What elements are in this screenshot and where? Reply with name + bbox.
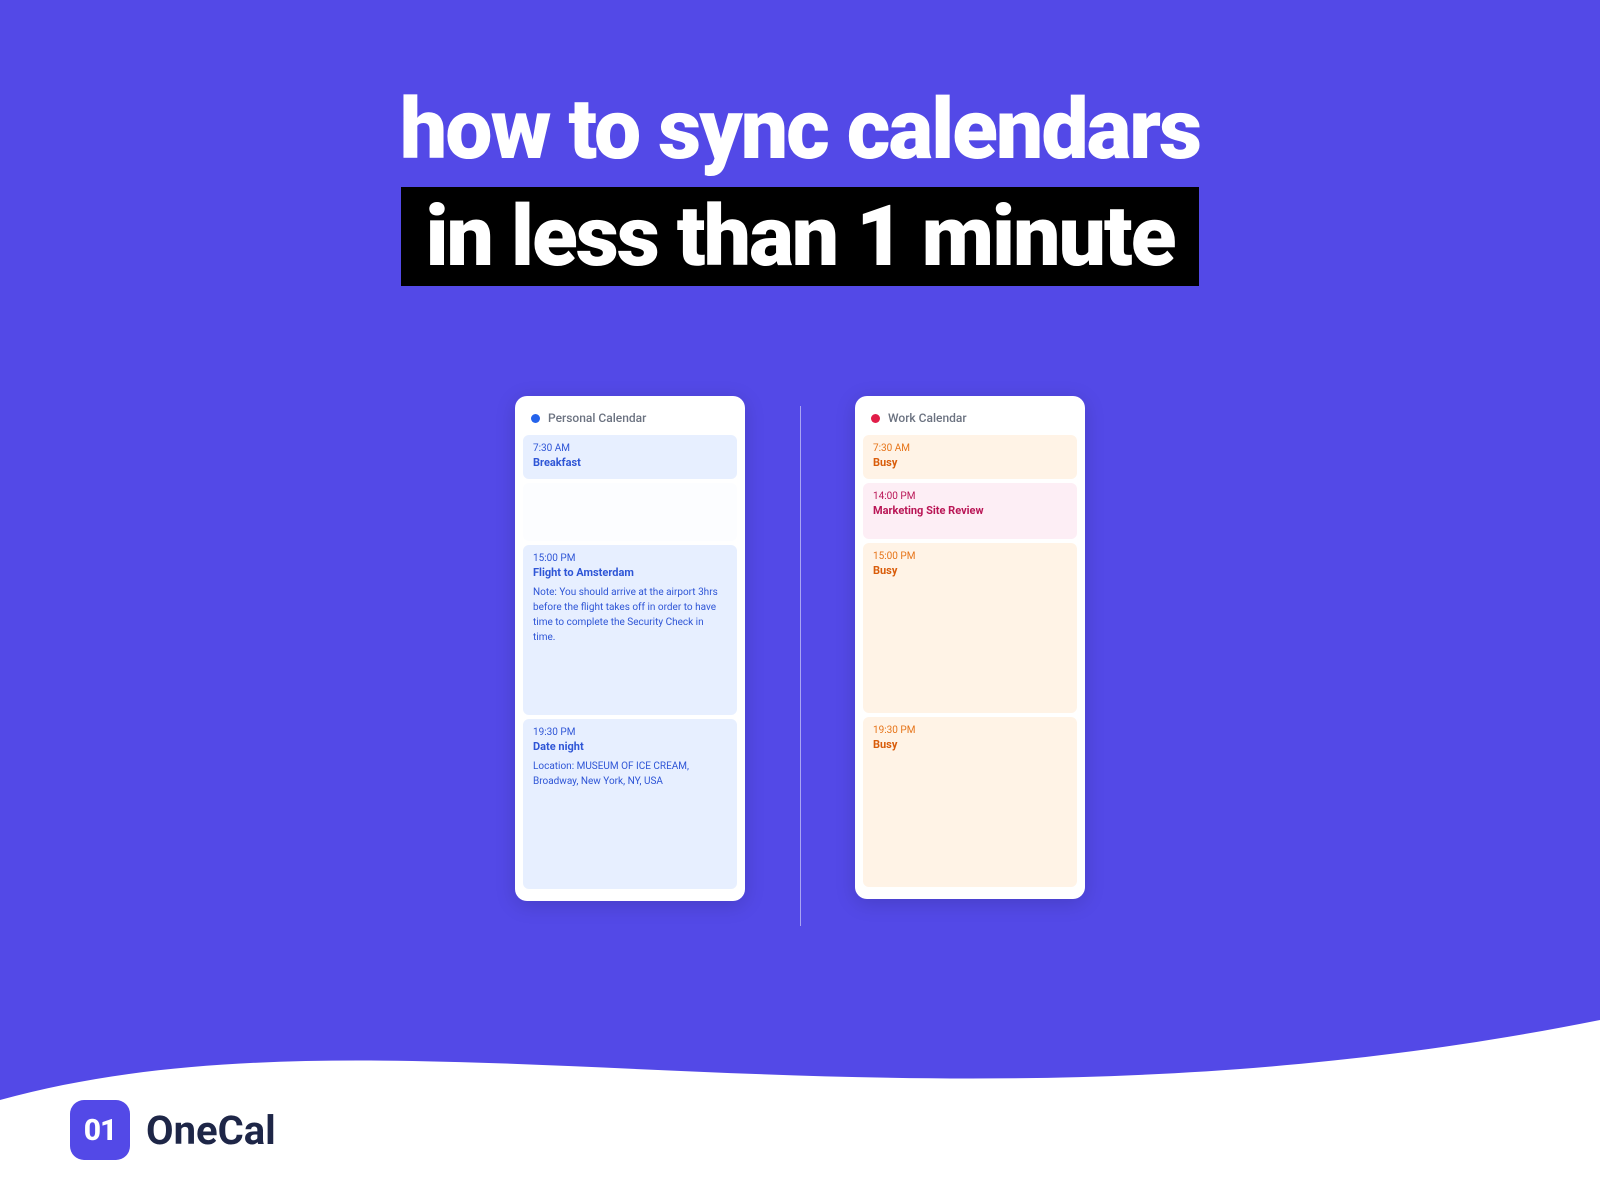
event-title: Marketing Site Review: [873, 504, 1067, 517]
personal-calendar-card: Personal Calendar 7:30 AM Breakfast 15:0…: [515, 396, 745, 901]
calendar-dot-icon: [531, 414, 540, 423]
calendar-title: Work Calendar: [888, 411, 967, 425]
calendar-event: 19:30 PM Busy: [863, 717, 1077, 887]
calendar-event: 7:30 AM Breakfast: [523, 435, 737, 479]
event-time: 7:30 AM: [873, 443, 1067, 454]
calendars-container: Personal Calendar 7:30 AM Breakfast 15:0…: [0, 396, 1600, 901]
event-time: 19:30 PM: [873, 725, 1067, 736]
calendar-event: 14:00 PM Marketing Site Review: [863, 483, 1077, 539]
event-time: 19:30 PM: [533, 727, 727, 738]
headline: how to sync calendars in less than 1 min…: [0, 0, 1600, 326]
event-time: 7:30 AM: [533, 443, 727, 454]
event-title: Flight to Amsterdam: [533, 566, 727, 579]
calendar-header: Personal Calendar: [523, 406, 737, 435]
calendar-event: 7:30 AM Busy: [863, 435, 1077, 479]
calendar-dot-icon: [871, 414, 880, 423]
calendar-event: 15:00 PM Busy: [863, 543, 1077, 713]
event-title: Busy: [873, 564, 1067, 577]
event-title: Busy: [873, 738, 1067, 751]
brand: 01 OneCal: [70, 1100, 276, 1160]
calendar-event: 15:00 PM Flight to Amsterdam Note: You s…: [523, 545, 737, 715]
calendar-header: Work Calendar: [863, 406, 1077, 435]
event-title: Busy: [873, 456, 1067, 469]
work-calendar-card: Work Calendar 7:30 AM Busy 14:00 PM Mark…: [855, 396, 1085, 899]
event-title: Breakfast: [533, 456, 727, 469]
empty-slot: [523, 483, 737, 541]
brand-icon: 01: [70, 1100, 130, 1160]
calendar-event: 19:30 PM Date night Location: MUSEUM OF …: [523, 719, 737, 889]
wave-decoration: [0, 960, 1600, 1200]
calendar-title: Personal Calendar: [548, 411, 646, 425]
brand-name: OneCal: [146, 1107, 276, 1154]
event-time: 15:00 PM: [873, 551, 1067, 562]
event-title: Date night: [533, 740, 727, 753]
event-time: 14:00 PM: [873, 491, 1067, 502]
headline-line1: how to sync calendars: [0, 80, 1600, 179]
event-time: 15:00 PM: [533, 553, 727, 564]
event-note: Location: MUSEUM OF ICE CREAM, Broadway,…: [533, 759, 727, 789]
divider-line: [800, 406, 801, 926]
headline-line2: in less than 1 minute: [401, 187, 1198, 286]
event-note: Note: You should arrive at the airport 3…: [533, 585, 727, 645]
